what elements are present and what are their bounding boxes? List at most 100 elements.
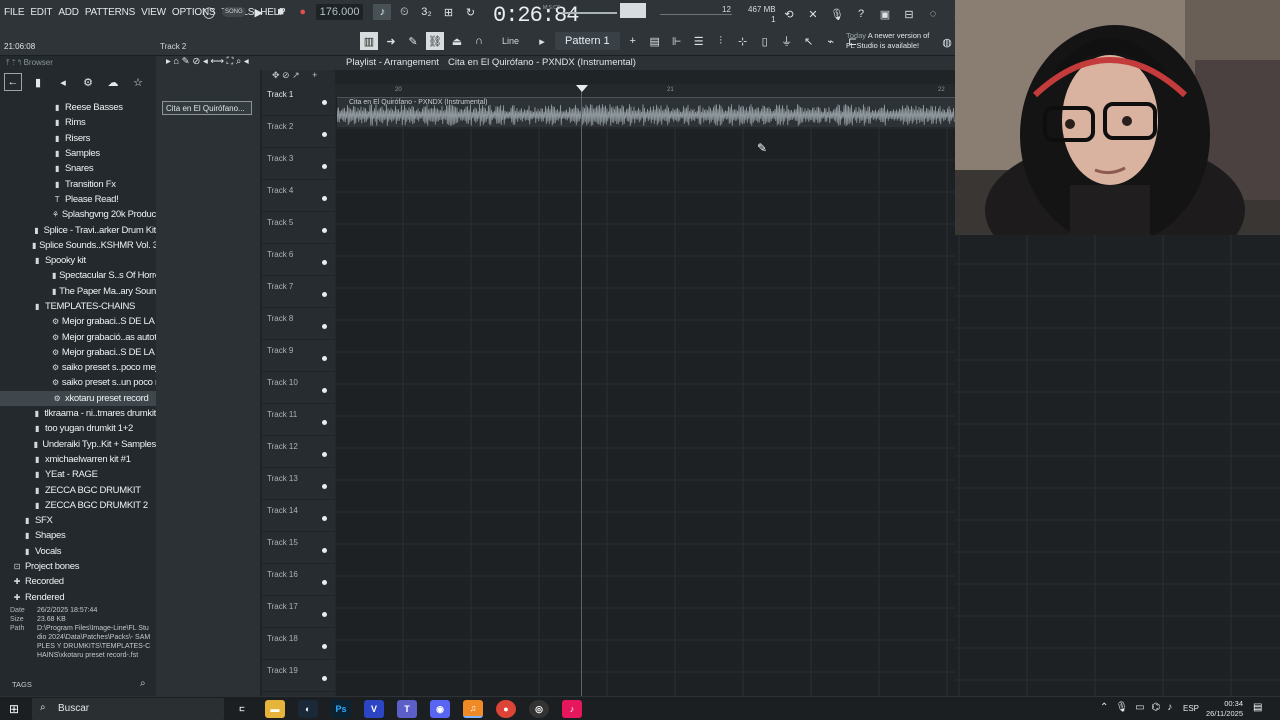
piano-icon[interactable]: ⊩ — [668, 32, 686, 50]
browser-item[interactable]: ▮ xmichaelwarren kit #1 — [0, 452, 156, 467]
globe-icon[interactable]: ◍ — [938, 33, 956, 51]
browser-speaker-icon[interactable]: ◂ — [54, 73, 72, 91]
browser-item[interactable]: ⚙Mejor grabaci..S DE LA FIESTA — [0, 345, 156, 360]
track-header[interactable]: Track 9 — [262, 340, 335, 372]
browser-item[interactable]: ▮ Splice Sounds..KSHMR Vol. 3 — [0, 238, 156, 253]
windows-start-icon[interactable]: ⊞ — [9, 702, 19, 716]
playlist-grid[interactable] — [335, 84, 955, 696]
fl-studio-icon[interactable]: ♫ — [463, 700, 483, 718]
tiktok-icon[interactable]: ♪ — [562, 700, 582, 718]
browser-item[interactable]: ▮ Reese Basses — [0, 100, 156, 115]
project-icon[interactable]: ▯ — [756, 32, 774, 50]
browser-item[interactable]: ⚙saiko preset s..poco mejor v2 — [0, 360, 156, 375]
track-header[interactable]: Track 5 — [262, 212, 335, 244]
menu-view[interactable]: VIEW — [141, 7, 166, 18]
track-mute-led[interactable] — [322, 676, 327, 681]
tray-network-icon[interactable]: ⌬ — [1152, 702, 1161, 713]
tray-volume-icon[interactable]: ♪ — [1167, 702, 1172, 713]
plugin-icon[interactable]: ⊟ — [900, 5, 918, 23]
tray-display-icon[interactable]: ▭ — [1135, 702, 1144, 713]
tags-search-icon[interactable]: ⌕ — [140, 678, 146, 689]
browser-item[interactable]: ▮ Shapes — [0, 528, 156, 543]
pattern-select[interactable]: Pattern 1 — [555, 32, 620, 50]
pattern-prev-icon[interactable]: ▸ — [533, 32, 551, 50]
vegas-icon[interactable]: V — [364, 700, 384, 718]
browser-item[interactable]: ▮ too yugan drumkit 1+2 — [0, 421, 156, 436]
tuner-icon[interactable]: ↖ — [800, 32, 818, 50]
language-indicator[interactable]: ESP — [1183, 704, 1199, 713]
track-mute-led[interactable] — [322, 228, 327, 233]
stamp-icon[interactable]: ⏏ — [448, 32, 466, 50]
notification-icon[interactable]: ▤ — [1253, 702, 1262, 713]
browser-item[interactable]: ▮ Risers — [0, 131, 156, 146]
song-mode-button[interactable]: SONG — [222, 7, 246, 17]
chat-icon[interactable]: ◌ — [924, 5, 942, 23]
browser-item[interactable]: ▮ Splice - Travi..arker Drum Kit — [0, 222, 156, 237]
wrench-icon[interactable]: ✕ — [804, 5, 822, 23]
mic-icon[interactable]: 🎙 — [828, 5, 846, 23]
wait-input-icon[interactable]: ⏲ — [395, 4, 413, 20]
track-mute-led[interactable] — [322, 132, 327, 137]
track-mute-led[interactable] — [322, 612, 327, 617]
record-icon[interactable]: ● — [294, 4, 312, 20]
browser-icon[interactable]: ⊹ — [734, 32, 752, 50]
track-mute-led[interactable] — [322, 260, 327, 265]
browser-item[interactable]: ✚ Recorded — [0, 574, 156, 589]
track-header[interactable]: Track 19 — [262, 660, 335, 692]
taskbar-clock[interactable]: 00:34 26/11/2025 — [1201, 699, 1243, 719]
song-mode-icon[interactable]: ◯ — [200, 4, 218, 20]
obs-icon[interactable]: ◎ — [529, 700, 549, 718]
chrome-icon[interactable]: ● — [496, 700, 516, 718]
browser-item[interactable]: ▮ SFX — [0, 513, 156, 528]
discord-icon[interactable]: ◉ — [430, 700, 450, 718]
track-header[interactable]: Track 6 — [262, 244, 335, 276]
menu-file[interactable]: FILE — [4, 7, 25, 18]
track-mute-led[interactable] — [322, 516, 327, 521]
browser-item[interactable]: ▮ Snares — [0, 161, 156, 176]
save-icon[interactable]: ▣ — [876, 5, 894, 23]
plug-icon[interactable]: ⏚ — [778, 32, 796, 50]
arrow-right-icon[interactable]: ➜ — [382, 32, 400, 50]
steam-icon[interactable]: ◐ — [298, 700, 318, 718]
playlist-tool-icons[interactable]: ▸ ⌂ ✎ ⊘ ◂ ⟷ ⛶ ⌕ ◂ — [166, 56, 249, 67]
track-header[interactable]: Track 1 — [262, 84, 335, 116]
add-pattern-icon[interactable]: + — [624, 32, 642, 50]
track-mute-led[interactable] — [322, 452, 327, 457]
timeline-ruler[interactable]: 20 21 22 — [335, 84, 955, 96]
link-icon[interactable]: ⛓ — [426, 32, 444, 50]
loop-record-icon[interactable]: ↻ — [461, 4, 479, 20]
piano-roll-icon[interactable]: ▥ — [360, 32, 378, 50]
browser-item[interactable]: ▮ Spectacular S..s Of Horror — [0, 268, 156, 283]
track-header[interactable]: Track 14 — [262, 500, 335, 532]
pencil-icon[interactable]: ✎ — [404, 32, 422, 50]
browser-item[interactable]: ▮ tlkraama - ni..tmares drumkit — [0, 406, 156, 421]
playhead-marker[interactable] — [576, 85, 588, 92]
track-header[interactable]: Track 7 — [262, 276, 335, 308]
stop-icon[interactable]: ■ — [272, 4, 290, 20]
play-icon[interactable]: ▶ — [250, 4, 268, 20]
snap-select[interactable]: Line — [492, 36, 529, 46]
channel-rack-icon[interactable]: ☰ — [690, 32, 708, 50]
track-mute-led[interactable] — [322, 164, 327, 169]
track-mute-led[interactable] — [322, 292, 327, 297]
track-header[interactable]: Track 17 — [262, 596, 335, 628]
song-time-clock[interactable]: 0:26:84 — [493, 3, 579, 28]
countdown-icon[interactable]: 3₂ — [417, 4, 435, 20]
track-header[interactable]: Track 13 — [262, 468, 335, 500]
browser-item[interactable]: ▮ ZECCA BGC DRUMKIT 2 — [0, 498, 156, 513]
browser-item[interactable]: ⚙saiko preset s..un poco mejor — [0, 375, 156, 390]
track-header[interactable]: Track 2 — [262, 116, 335, 148]
browser-item[interactable]: ▮ Samples — [0, 146, 156, 161]
track-mute-led[interactable] — [322, 644, 327, 649]
news-panel[interactable]: Today A newer version of FL Studio is av… — [846, 31, 936, 51]
track-mute-led[interactable] — [322, 484, 327, 489]
browser-item[interactable]: ▮ The Paper Ma..ary Sounds — [0, 284, 156, 299]
widgets-icon[interactable]: ⊏ — [232, 700, 252, 718]
track-header[interactable]: Track 11 — [262, 404, 335, 436]
browser-item[interactable]: ⚘Splashgvng 20k Product Box — [0, 207, 156, 222]
track-mute-led[interactable] — [322, 580, 327, 585]
file-explorer-icon[interactable]: ▬ — [265, 700, 285, 718]
track-header[interactable]: Track 8 — [262, 308, 335, 340]
track-header[interactable]: Track 16 — [262, 564, 335, 596]
browser-item[interactable]: ▮ Underaiki Typ..Kit + Samples — [0, 437, 156, 452]
